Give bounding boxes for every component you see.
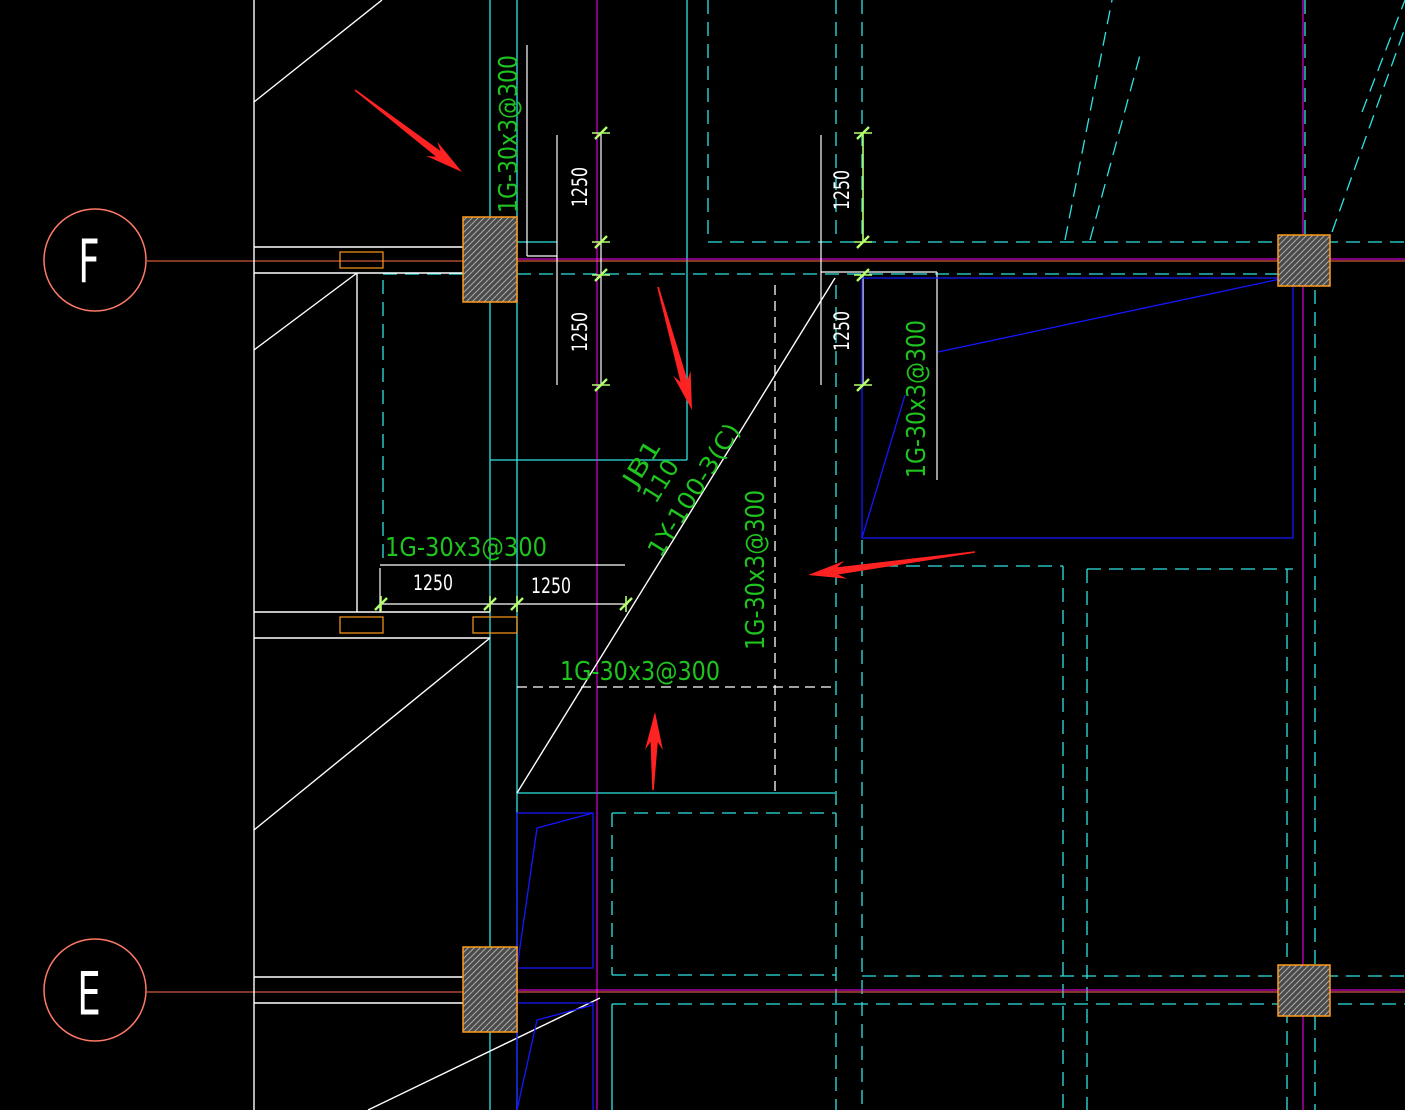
axis-bubble-f: F xyxy=(43,208,147,312)
axis-label: F xyxy=(78,227,99,297)
annotation-layer: 1G-30x3@300 1G-30x3@300 1G-30x3@300 1G-3… xyxy=(385,55,932,687)
slab-edge-line xyxy=(861,394,906,539)
rebar-label: 1G-30x3@300 xyxy=(494,55,524,213)
axis-label: E xyxy=(77,959,101,1029)
column-hatch xyxy=(462,216,518,303)
rebar-label: 1G-30x3@300 xyxy=(741,490,771,650)
drawing-canvas[interactable]: F E 1G-30x3@300 1G-30x3@300 1G-30x3@300 … xyxy=(0,0,1405,1110)
dimension-text: 1250 xyxy=(830,311,854,351)
rebar-label: 1G-30x3@300 xyxy=(385,533,547,563)
column-hatch xyxy=(1277,964,1331,1017)
column-hatch xyxy=(1277,234,1331,287)
slab-edge-line xyxy=(937,277,1286,353)
beam-dashed-line xyxy=(1331,27,1405,233)
rebar-label: 1G-30x3@300 xyxy=(560,657,720,687)
dimension-text: 1250 xyxy=(531,574,571,598)
beam-dashed-line xyxy=(1089,54,1141,241)
slab-edge-line xyxy=(536,1004,594,1021)
stair-line xyxy=(253,0,383,103)
stair-line xyxy=(253,637,491,831)
dimension-text: 1250 xyxy=(568,312,592,352)
dimension-text: 1250 xyxy=(830,170,854,210)
beam-marker xyxy=(472,616,518,634)
red-arrow-icon xyxy=(808,551,976,579)
beam-marker xyxy=(339,616,384,634)
red-arrow-icon xyxy=(354,89,462,172)
beam-dashed-line xyxy=(1361,0,1405,113)
stair-line xyxy=(253,272,358,351)
red-arrow-icon xyxy=(645,712,663,790)
slab-edge-line xyxy=(536,812,594,829)
dimension-text: 1250 xyxy=(568,167,592,207)
axis-bubble-e: E xyxy=(43,938,147,1042)
beam-dashed-line xyxy=(1064,0,1113,241)
dimension-text: 1250 xyxy=(413,571,453,595)
beam-marker xyxy=(339,251,384,269)
drawing-geometry xyxy=(147,0,1405,1110)
column-hatch xyxy=(462,946,518,1033)
rebar-label: 1G-30x3@300 xyxy=(902,320,932,478)
slab-edge-line xyxy=(516,827,538,969)
